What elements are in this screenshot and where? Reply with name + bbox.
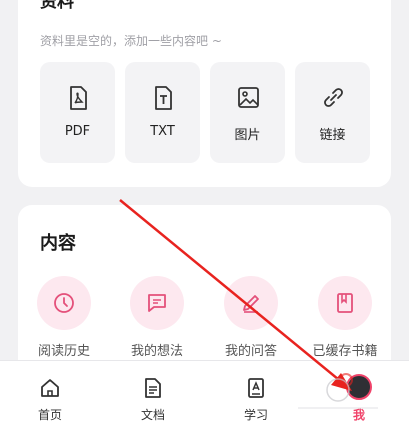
entry-circle [130, 276, 184, 330]
study-icon [248, 378, 264, 398]
add-txt-button[interactable]: TXT [125, 62, 200, 163]
entry-label-reading-history: 阅读历史 [37, 344, 90, 359]
materials-empty-hint: 资料里是空的，添加一些内容吧 ~ [40, 34, 222, 48]
pencil-icon [243, 295, 259, 313]
nav-label-study: 学习 [243, 408, 268, 422]
content-card: 内容 阅读历史 我的想法 我的问答 已缓存书籍 [18, 205, 391, 380]
book-icon [337, 293, 353, 313]
txt-icon [155, 86, 172, 110]
nav-label-me: 我 [352, 408, 365, 422]
materials-title: 资料 [40, 0, 74, 12]
nav-me[interactable]: 我 [324, 361, 394, 427]
add-image-button[interactable]: 图片 [210, 62, 285, 163]
entry-label-my-thoughts: 我的想法 [130, 344, 183, 359]
bottom-nav: 首页 文档 学习 我 [0, 360, 409, 427]
nav-study[interactable]: 学习 [221, 361, 291, 427]
entry-label-cached-books: 已缓存书籍 [312, 344, 378, 359]
document-icon [145, 378, 161, 398]
tile-label-link: 链接 [319, 128, 346, 143]
avatar [346, 374, 372, 400]
home-icon [41, 379, 59, 397]
add-link-button[interactable]: 链接 [295, 62, 370, 163]
chevron-right-icon[interactable]: › [363, 0, 369, 2]
tile-label-pdf: PDF [64, 124, 91, 139]
entry-circle [37, 276, 91, 330]
materials-card: 资料 › 资料里是空的，添加一些内容吧 ~ PDF TXT 图片 链接 [18, 0, 391, 187]
nav-label-home: 首页 [37, 408, 62, 422]
link-icon [324, 88, 343, 107]
content-title: 内容 [40, 233, 76, 254]
tile-label-txt: TXT [150, 124, 175, 139]
add-pdf-button[interactable]: PDF [40, 62, 115, 163]
nav-documents[interactable]: 文档 [118, 361, 188, 427]
nav-label-documents: 文档 [140, 408, 165, 422]
image-icon [238, 87, 259, 108]
tile-label-image: 图片 [234, 128, 261, 143]
thought-icon [148, 294, 166, 312]
entry-circle [318, 276, 372, 330]
pdf-icon [70, 86, 87, 110]
nav-home[interactable]: 首页 [15, 361, 85, 427]
entry-label-my-qa: 我的问答 [224, 344, 277, 359]
entry-circle [224, 276, 278, 330]
clock-icon [54, 293, 74, 313]
